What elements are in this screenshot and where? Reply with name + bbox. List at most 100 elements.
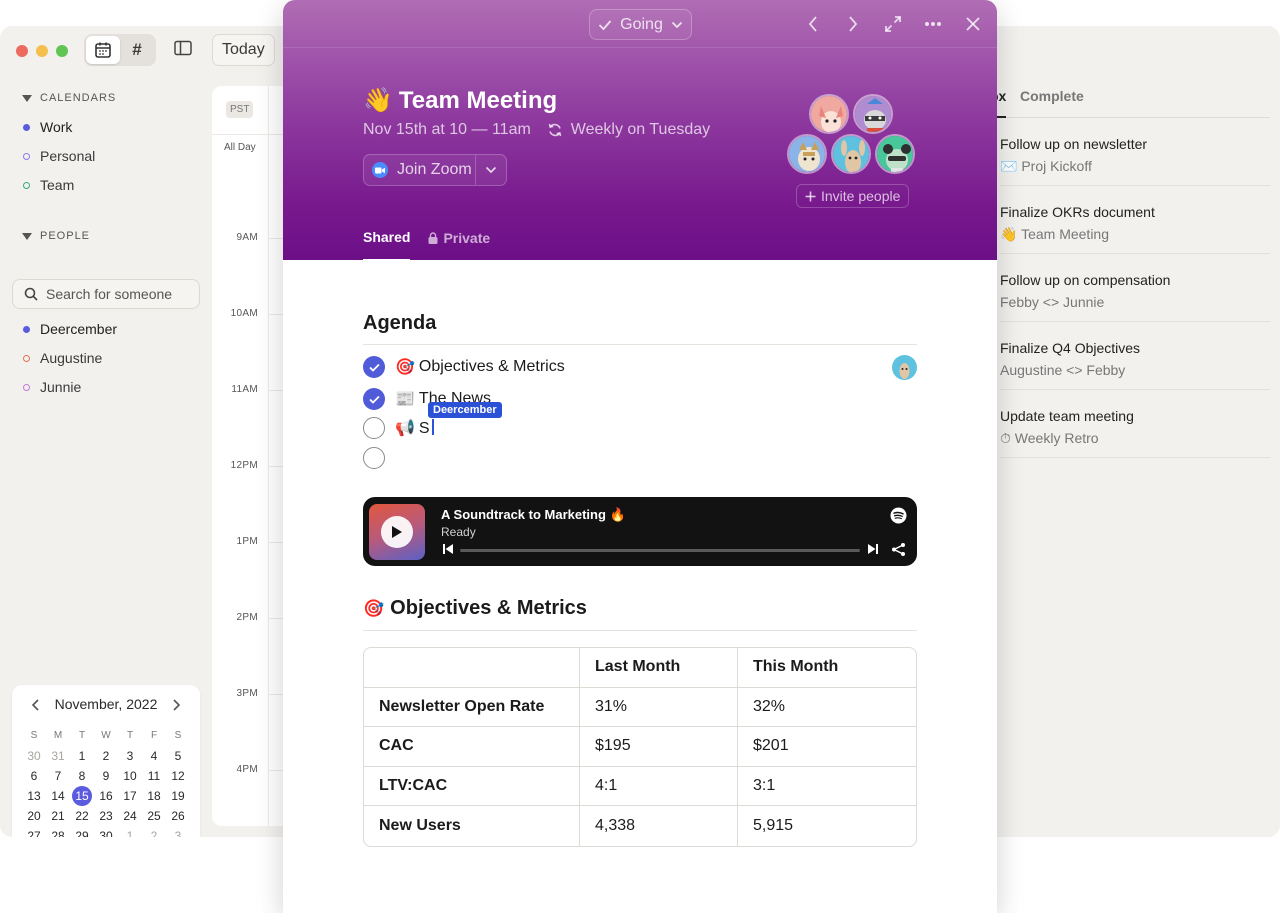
table-cell[interactable]: 3:1 <box>738 767 916 807</box>
table-cell[interactable]: 5,915 <box>738 806 916 846</box>
next-event-button[interactable] <box>841 12 865 36</box>
objectives-heading[interactable]: 🎯 Objectives & Metrics <box>363 597 587 620</box>
more-options-button[interactable] <box>921 12 945 36</box>
mini-calendar-day[interactable]: 17 <box>118 788 142 804</box>
event-time[interactable]: Nov 15th at 10 — 11am <box>363 121 531 139</box>
table-cell[interactable]: 32% <box>738 688 916 728</box>
table-cell[interactable]: CAC <box>364 727 580 767</box>
invite-people-button[interactable]: Invite people <box>796 184 910 208</box>
task-item[interactable]: Follow up on compensation Febby <> Junni… <box>1000 254 1270 322</box>
minimize-window-button[interactable] <box>36 45 48 57</box>
table-cell[interactable]: Newsletter Open Rate <box>364 687 580 728</box>
mini-calendar-day[interactable]: 14 <box>46 788 70 804</box>
mini-calendar-day[interactable]: 9 <box>94 768 118 784</box>
table-cell[interactable]: LTV:CAC <box>364 766 580 807</box>
table-cell[interactable]: 4:1 <box>580 766 738 807</box>
assignee-avatar[interactable] <box>892 355 917 380</box>
table-header-cell[interactable]: Last Month <box>580 648 738 688</box>
avatar[interactable] <box>875 134 915 174</box>
tab-private[interactable]: Private <box>428 229 490 261</box>
mini-calendar-day-selected[interactable]: 15 <box>72 786 92 806</box>
next-month-button[interactable] <box>168 697 184 713</box>
share-button[interactable] <box>890 541 906 557</box>
avatar[interactable] <box>787 134 827 174</box>
mini-calendar-day[interactable]: 2 <box>94 748 118 764</box>
mini-calendar-day[interactable]: 3 <box>166 828 190 837</box>
mini-calendar-day[interactable]: 26 <box>166 808 190 824</box>
agenda-checkbox-unchecked[interactable] <box>363 447 385 469</box>
tab-shared[interactable]: Shared <box>363 229 411 261</box>
expand-button[interactable] <box>881 12 905 36</box>
table-cell[interactable]: $195 <box>580 727 738 767</box>
mini-calendar-day[interactable]: 16 <box>94 788 118 804</box>
avatar[interactable] <box>831 134 871 174</box>
calendar-item-personal[interactable]: Personal <box>23 148 95 164</box>
person-item-junnie[interactable]: Junnie <box>23 379 81 395</box>
calendar-item-team[interactable]: Team <box>23 177 74 193</box>
mini-calendar-day[interactable]: 13 <box>22 788 46 804</box>
track-title[interactable]: A Soundtrack to Marketing 🔥 <box>441 507 626 523</box>
table-header-cell[interactable]: This Month <box>738 648 916 688</box>
mini-calendar-day[interactable]: 7 <box>46 768 70 784</box>
mini-calendar-day[interactable]: 20 <box>22 808 46 824</box>
calendars-section-header[interactable]: CALENDARS <box>22 92 116 104</box>
next-track-button[interactable] <box>866 542 880 556</box>
person-item-deercember[interactable]: Deercember <box>23 321 117 337</box>
mini-calendar-day[interactable]: 28 <box>46 828 70 837</box>
table-cell[interactable]: New Users <box>364 806 580 846</box>
table-cell[interactable]: $201 <box>738 727 916 767</box>
play-button[interactable] <box>381 516 413 548</box>
mini-calendar-day[interactable]: 2 <box>142 828 166 837</box>
mini-calendar-day[interactable]: 21 <box>46 808 70 824</box>
task-item[interactable]: Finalize OKRs document 👋 Team Meeting <box>1000 186 1270 254</box>
mini-calendar-day[interactable]: 18 <box>142 788 166 804</box>
event-title[interactable]: 👋 Team Meeting <box>363 86 557 115</box>
task-item[interactable]: Finalize Q4 Objectives Augustine <> Febb… <box>1000 322 1270 390</box>
task-item[interactable]: Update team meeting ⏱ Weekly Retro <box>1000 390 1270 458</box>
table-header-cell[interactable] <box>364 648 580 688</box>
mini-calendar-day[interactable]: 27 <box>22 828 46 837</box>
mini-calendar-day[interactable]: 5 <box>166 748 190 764</box>
sidebar-toggle-button[interactable] <box>174 40 194 60</box>
tab-complete[interactable]: Complete <box>1020 88 1084 104</box>
calendar-item-work[interactable]: Work <box>23 119 72 135</box>
agenda-heading[interactable]: Agenda <box>363 312 436 335</box>
mini-calendar-day[interactable]: 22 <box>70 808 94 824</box>
avatar[interactable] <box>853 94 893 134</box>
mini-calendar-day[interactable]: 24 <box>118 808 142 824</box>
mini-calendar-day[interactable]: 30 <box>22 748 46 764</box>
agenda-item-text[interactable]: Objectives & Metrics <box>419 358 565 376</box>
people-search-input[interactable] <box>46 286 196 302</box>
task-item[interactable]: Follow up on newsletter ✉️ Proj Kickoff <box>1000 118 1270 186</box>
mini-calendar-day[interactable]: 4 <box>142 748 166 764</box>
mini-calendar-day[interactable]: 12 <box>166 768 190 784</box>
mini-calendar-day[interactable]: 30 <box>94 828 118 837</box>
previous-event-button[interactable] <box>801 12 825 36</box>
mini-calendar-day[interactable]: 31 <box>46 748 70 764</box>
table-cell[interactable]: 4,338 <box>580 806 738 846</box>
calendar-view-button[interactable] <box>86 36 120 64</box>
channels-view-button[interactable]: # <box>120 36 154 64</box>
close-modal-button[interactable] <box>961 12 985 36</box>
mini-calendar-day[interactable]: 3 <box>118 748 142 764</box>
rsvp-dropdown[interactable]: Going <box>589 9 692 40</box>
mini-calendar-day[interactable]: 25 <box>142 808 166 824</box>
mini-calendar-day[interactable]: 8 <box>70 768 94 784</box>
spotify-logo-link[interactable] <box>889 506 907 524</box>
zoom-window-button[interactable] <box>56 45 68 57</box>
agenda-checkbox-unchecked[interactable] <box>363 417 385 439</box>
person-item-augustine[interactable]: Augustine <box>23 350 102 366</box>
join-options-button[interactable] <box>476 155 506 185</box>
close-window-button[interactable] <box>16 45 28 57</box>
agenda-checkbox-checked[interactable] <box>363 356 385 378</box>
mini-calendar-day[interactable]: 11 <box>142 768 166 784</box>
track-progress-bar[interactable] <box>460 549 860 552</box>
people-section-header[interactable]: PEOPLE <box>22 230 90 242</box>
today-button[interactable]: Today <box>212 34 275 66</box>
mini-calendar-day[interactable]: 1 <box>70 748 94 764</box>
mini-calendar-day[interactable]: 29 <box>70 828 94 837</box>
agenda-item-editing[interactable]: S <box>419 418 434 438</box>
mini-calendar-day[interactable]: 23 <box>94 808 118 824</box>
agenda-checkbox-checked[interactable] <box>363 388 385 410</box>
mini-calendar-day[interactable]: 19 <box>166 788 190 804</box>
